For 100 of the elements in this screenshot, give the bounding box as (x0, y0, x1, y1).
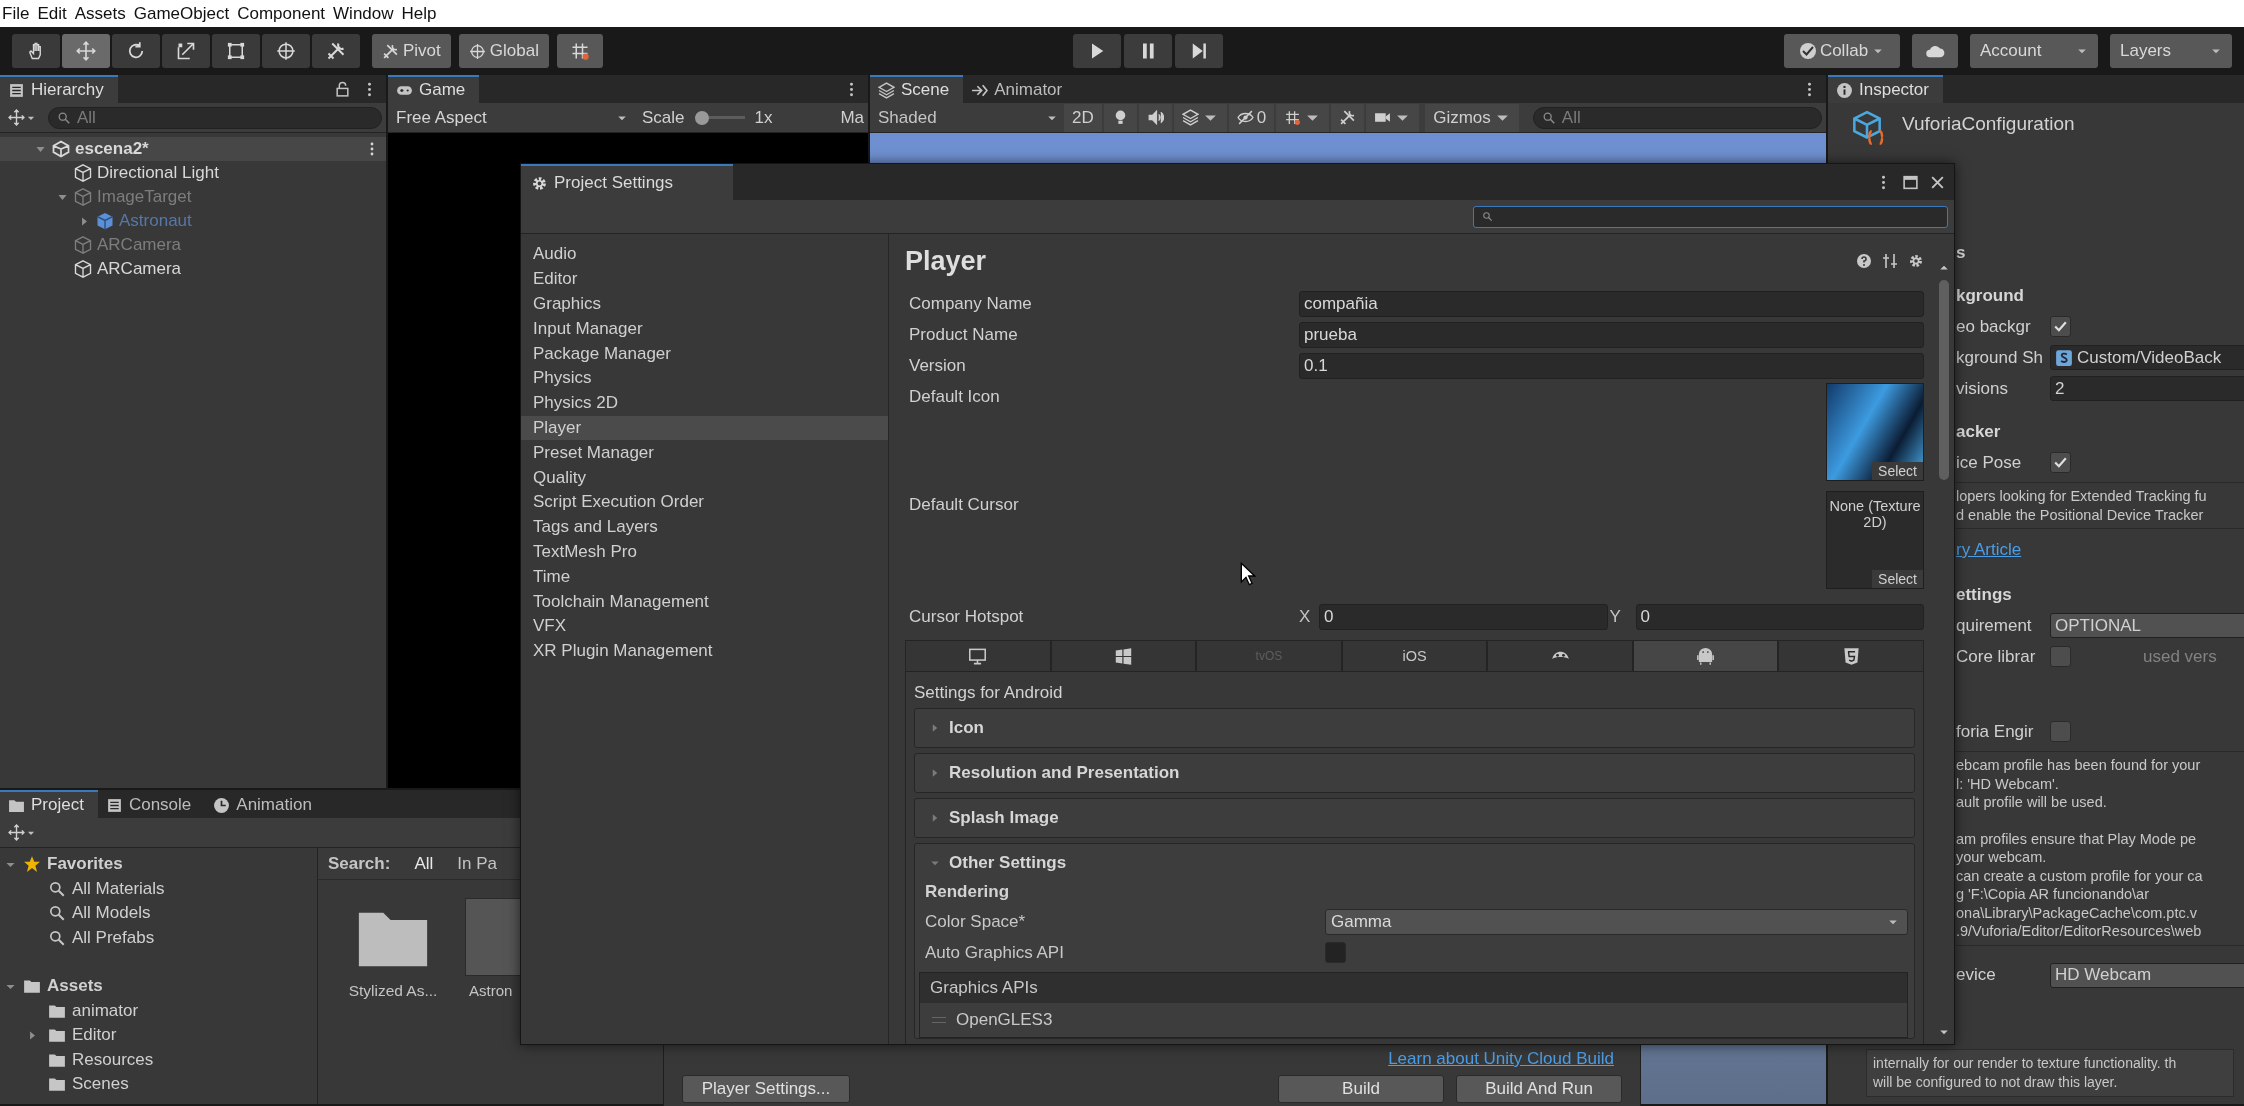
scrollbar-thumb[interactable] (1939, 280, 1949, 480)
platform-tab[interactable] (1778, 640, 1925, 672)
build-window-button[interactable]: Build (1278, 1075, 1444, 1103)
settings-category[interactable]: Audio (521, 242, 888, 267)
pause-button[interactable] (1123, 34, 1172, 68)
text-field[interactable]: prueba (1299, 321, 1924, 348)
grid-dropdown[interactable] (1276, 103, 1330, 132)
step-button[interactable] (1174, 34, 1223, 68)
number-field[interactable]: 0 (1319, 603, 1608, 630)
platform-tab[interactable] (905, 640, 1051, 672)
assets-folder[interactable]: Assets (0, 974, 317, 999)
settings-category[interactable]: Physics 2D (521, 390, 888, 416)
gizmos-dropdown[interactable]: Gizmos (1425, 103, 1519, 132)
search-scope-tab[interactable]: In Pa (457, 853, 497, 874)
cloud-button[interactable] (1912, 34, 1958, 68)
play-button[interactable] (1072, 34, 1121, 68)
text-field[interactable]: 0.1 (1299, 352, 1924, 379)
account-dropdown[interactable]: Account (1970, 34, 2098, 68)
tool-button[interactable] (262, 34, 310, 68)
menu-item[interactable]: Edit (37, 3, 67, 24)
object-field[interactable]: Custom/VideoBack (2050, 345, 2244, 370)
settings-category[interactable]: Editor (521, 266, 888, 292)
global-button[interactable]: Global (458, 34, 549, 68)
dropdown[interactable]: Gamma (1325, 908, 1908, 935)
checkbox[interactable] (2050, 721, 2071, 742)
checkbox[interactable] (2050, 316, 2071, 337)
panel-tab[interactable]: Inspector (1828, 75, 1943, 103)
folder-item[interactable]: animator (0, 998, 317, 1023)
checkbox[interactable] (1325, 942, 1346, 963)
cursor-texture-slot[interactable]: None (Texture 2D) Select (1826, 491, 1924, 589)
cloud-build-link[interactable]: Learn about Unity Cloud Build (1388, 1049, 1614, 1069)
presets-icon[interactable] (1882, 253, 1898, 269)
effects-dropdown[interactable] (1173, 103, 1227, 132)
grid-snap-button[interactable] (556, 34, 603, 68)
favorite-item[interactable]: All Models (0, 901, 317, 926)
settings-category[interactable]: TextMesh Pro (521, 539, 888, 565)
tool-button[interactable] (162, 34, 210, 68)
lighting-toggle[interactable] (1103, 103, 1137, 132)
dropdown[interactable]: OPTIONAL (2050, 613, 2244, 638)
list-item[interactable]: OpenGLES3 (920, 1003, 1907, 1037)
menu-item[interactable]: File (2, 3, 30, 24)
tool-button[interactable] (12, 34, 60, 68)
icon-texture-slot[interactable]: Select (1826, 383, 1924, 481)
number-field[interactable]: 0 (1635, 603, 1924, 630)
settings-category[interactable]: Preset Manager (521, 440, 888, 466)
settings-category[interactable]: Tags and Layers (521, 514, 888, 540)
platform-tab[interactable] (1050, 640, 1197, 672)
pivot-button[interactable]: Pivot (372, 34, 451, 68)
search-field[interactable] (1473, 205, 1948, 228)
settings-category[interactable]: VFX (521, 613, 888, 639)
tool-button[interactable] (312, 34, 360, 68)
tool-button[interactable] (212, 34, 260, 68)
hierarchy-item[interactable]: escena2* (0, 137, 386, 161)
maximize-icon[interactable] (1902, 173, 1919, 191)
2d-toggle[interactable]: 2D (1064, 103, 1102, 132)
article-link[interactable]: ry Article (1956, 540, 2022, 560)
settings-category[interactable]: Quality (521, 465, 888, 490)
camera-dropdown[interactable] (1366, 103, 1420, 132)
menu-item[interactable]: Component (237, 3, 326, 24)
audio-toggle[interactable] (1138, 103, 1172, 132)
number-field[interactable]: 2 (2050, 376, 2244, 401)
checkbox[interactable] (2050, 452, 2071, 473)
settings-category[interactable]: Package Manager (521, 341, 888, 366)
platform-tab[interactable] (1632, 640, 1779, 672)
menu-item[interactable]: Help (401, 3, 437, 24)
dropdown[interactable]: HD Webcam (2050, 962, 2244, 988)
drag-handle[interactable] (932, 1017, 946, 1023)
folder-item[interactable]: Editor (0, 1023, 317, 1048)
menu-item[interactable]: Window (333, 3, 394, 24)
hidden-objects-toggle[interactable]: 0 (1228, 103, 1275, 132)
settings-category[interactable]: Toolchain Management (521, 589, 888, 614)
settings-category[interactable]: Script Execution Order (521, 489, 888, 515)
panel-tab[interactable]: Animation (205, 790, 326, 818)
menu-item[interactable]: Assets (74, 3, 126, 24)
tools-toggle[interactable] (1331, 103, 1365, 132)
hierarchy-item[interactable]: ARCamera (0, 257, 386, 281)
checkbox[interactable] (2050, 646, 2071, 667)
layers-dropdown[interactable]: Layers (2110, 34, 2232, 68)
settings-category[interactable]: Physics (521, 366, 888, 391)
favorite-item[interactable]: All Materials (0, 876, 317, 901)
slider-thumb[interactable] (694, 110, 709, 125)
settings-category[interactable]: XR Plugin Management (521, 638, 888, 664)
lock-icon[interactable] (334, 80, 351, 98)
shading-dropdown[interactable]: Shaded (874, 103, 1062, 132)
folder-item[interactable]: Scenes (0, 1072, 317, 1097)
aspect-dropdown[interactable]: Free Aspect (392, 103, 632, 132)
select-button[interactable]: Select (1872, 462, 1923, 480)
panel-tab[interactable]: Console (97, 790, 206, 818)
help-icon[interactable] (1856, 253, 1872, 269)
hierarchy-item[interactable]: Directional Light (0, 161, 386, 185)
settings-category[interactable]: Time (521, 564, 888, 590)
foldout-header[interactable]: Other Settings (915, 844, 1914, 882)
collab-dropdown[interactable]: Collab (1784, 34, 1900, 68)
text-field[interactable]: compañia (1299, 290, 1924, 317)
build-window-button[interactable]: Build And Run (1456, 1075, 1622, 1103)
select-button[interactable]: Select (1872, 570, 1923, 588)
settings-category[interactable]: Player (521, 415, 888, 441)
favorite-item[interactable]: All Prefabs (0, 925, 317, 950)
tool-button[interactable] (112, 34, 160, 68)
platform-tab[interactable]: iOS (1341, 640, 1488, 672)
